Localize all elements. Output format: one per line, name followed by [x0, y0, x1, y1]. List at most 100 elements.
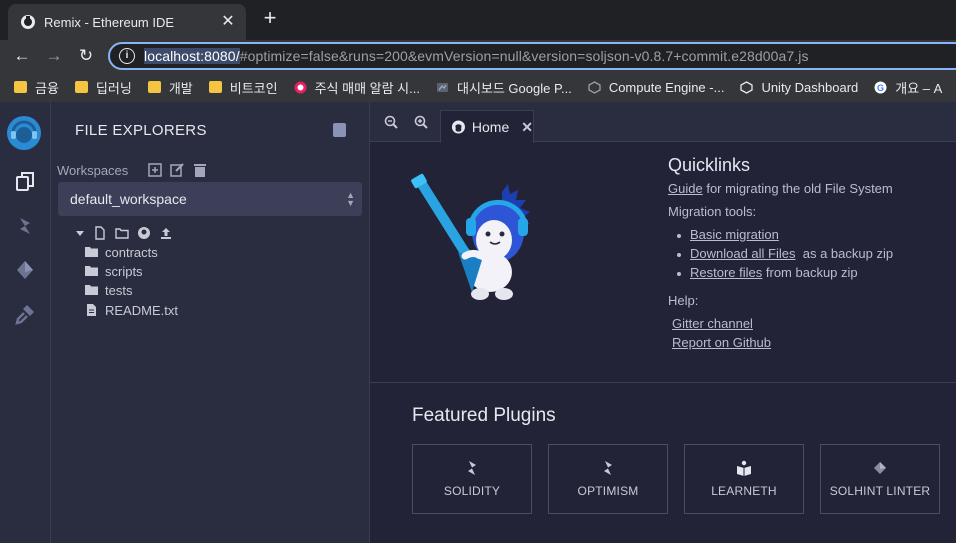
- plugin-card-solidity[interactable]: SOLIDITY: [412, 444, 532, 514]
- help-label: Help:: [668, 293, 699, 308]
- plugin-card-optimism[interactable]: OPTIMISM: [548, 444, 668, 514]
- create-workspace-icon[interactable]: [147, 162, 163, 178]
- restore-files-link[interactable]: Restore files: [690, 265, 762, 280]
- restore-line: Restore files from backup zip: [690, 265, 858, 280]
- guide-link[interactable]: Guide: [668, 181, 703, 196]
- tree-item-readme[interactable]: README.txt: [85, 301, 178, 319]
- svg-text:G: G: [877, 83, 884, 93]
- bookmark-item[interactable]: G 개요 – A: [874, 78, 942, 97]
- guide-line: Guide for migrating the old File System: [668, 181, 893, 196]
- gitter-channel-link[interactable]: Gitter channel: [672, 316, 753, 331]
- folder-icon: [85, 266, 98, 276]
- new-folder-icon[interactable]: [115, 226, 129, 240]
- remix-ide: FILE EXPLORERS Workspaces default_worksp…: [0, 102, 956, 543]
- download-all-files-link[interactable]: Download all Files: [690, 246, 796, 261]
- bookmark-item[interactable]: Compute Engine -...: [588, 80, 724, 95]
- tab-home[interactable]: Home ✕: [440, 110, 534, 143]
- plugin-manager-icon[interactable]: [13, 302, 37, 326]
- url-text[interactable]: localhost:8080/#optimize=false&runs=200&…: [144, 48, 809, 64]
- list-bullet: [677, 234, 681, 238]
- back-arrow-icon[interactable]: ←: [10, 44, 34, 68]
- file-explorers-icon[interactable]: [13, 170, 37, 194]
- zoom-out-icon[interactable]: [384, 115, 398, 129]
- tree-item-contracts[interactable]: contracts: [85, 243, 158, 261]
- bookmark-item[interactable]: 대시보드 Google P...: [436, 78, 572, 97]
- deploy-run-icon[interactable]: [13, 258, 37, 282]
- close-home-tab-icon[interactable]: ✕: [521, 119, 533, 136]
- folder-icon: [74, 81, 88, 93]
- list-bullet: [677, 272, 681, 276]
- unity-icon: [740, 80, 754, 94]
- featured-plugins-title: Featured Plugins: [412, 405, 556, 426]
- folder-icon: [85, 247, 98, 257]
- select-arrows-icon: ▲ ▼: [346, 190, 355, 208]
- collapse-caret-icon[interactable]: [75, 226, 85, 240]
- browser-tab-title: Remix - Ethereum IDE: [44, 14, 175, 30]
- tree-item-tests[interactable]: tests: [85, 281, 132, 299]
- bookmark-item[interactable]: 금융: [14, 78, 59, 97]
- plugin-card-learneth[interactable]: LEARNETH: [684, 444, 804, 514]
- folder-icon: [14, 81, 27, 93]
- bookmark-item[interactable]: Unity Dashboard: [740, 80, 858, 95]
- file-tree-toolbar: [75, 225, 181, 241]
- bookmark-item[interactable]: 주식 매매 알람 시...: [294, 78, 420, 97]
- plugin-card-solhint[interactable]: SOLHINT LINTER: [820, 444, 940, 514]
- bookmark-item[interactable]: 딥러닝: [74, 78, 132, 97]
- remix-home-icon: [451, 120, 465, 134]
- address-bar[interactable]: i localhost:8080/#optimize=false&runs=20…: [108, 42, 956, 70]
- browser-tab-strip: Remix - Ethereum IDE ✕ +: [0, 0, 956, 40]
- forward-arrow-icon[interactable]: →: [42, 44, 66, 68]
- home-tab-label: Home: [471, 119, 510, 135]
- icon-panel: [0, 102, 51, 543]
- remix-logo-icon[interactable]: [5, 114, 43, 152]
- panel-title: FILE EXPLORERS: [75, 122, 207, 139]
- rename-workspace-icon[interactable]: [169, 162, 185, 178]
- download-line: Download all Files as a backup zip: [690, 246, 894, 261]
- new-tab-icon[interactable]: +: [260, 7, 280, 29]
- google-icon: G: [874, 81, 887, 93]
- solidity-icon: [468, 461, 476, 475]
- compute-icon: [588, 80, 601, 94]
- report-on-github-link[interactable]: Report on Github: [672, 335, 771, 350]
- editor-tab-bar: Home ✕: [370, 102, 956, 143]
- browser-tab[interactable]: Remix - Ethereum IDE ✕: [8, 4, 246, 40]
- main-panel: Home ✕ Quicklinks Guide for migrating th…: [370, 102, 956, 543]
- folder-icon: [85, 285, 98, 295]
- reload-icon[interactable]: ↻: [74, 44, 98, 68]
- quicklinks-title: Quicklinks: [668, 155, 751, 175]
- file-explorer-panel: FILE EXPLORERS Workspaces default_worksp…: [51, 102, 370, 543]
- file-icon: [87, 304, 96, 316]
- solidity-compiler-icon[interactable]: [13, 214, 37, 238]
- section-divider: [370, 382, 956, 383]
- delete-workspace-icon[interactable]: [192, 162, 208, 178]
- documentation-icon[interactable]: [333, 123, 346, 137]
- basic-migration-link[interactable]: Basic migration: [690, 227, 779, 242]
- solhint-icon: [874, 462, 886, 474]
- zoom-in-icon[interactable]: [414, 115, 428, 129]
- list-bullet: [677, 253, 681, 257]
- site-info-icon[interactable]: i: [119, 48, 135, 64]
- bookmark-item[interactable]: 개발: [147, 78, 193, 97]
- close-tab-icon[interactable]: ✕: [220, 14, 236, 30]
- book-icon: [737, 460, 751, 476]
- migration-tools-label: Migration tools:: [668, 204, 757, 219]
- alarm-icon: [294, 81, 307, 93]
- url-host: localhost:8080/: [144, 48, 240, 64]
- gcp-icon: [436, 82, 448, 92]
- remix-favicon-icon: [21, 15, 35, 29]
- optimism-icon: [604, 461, 612, 475]
- folder-icon: [147, 81, 161, 93]
- workspace-selected-value: default_workspace: [70, 191, 187, 207]
- new-file-icon[interactable]: [93, 226, 107, 240]
- bookmark-item[interactable]: 비트코인: [208, 78, 278, 97]
- github-icon[interactable]: [137, 226, 151, 240]
- url-fragment: #optimize=false&runs=200&evmVersion=null…: [239, 48, 809, 64]
- folder-icon: [208, 81, 222, 93]
- browser-toolbar: ← → ↻ i localhost:8080/#optimize=false&r…: [0, 40, 956, 72]
- tree-item-scripts[interactable]: scripts: [85, 262, 143, 280]
- upload-icon[interactable]: [159, 226, 173, 240]
- remix-mascot-illustration: [411, 173, 530, 300]
- bookmarks-bar: 금융 딥러닝 개발 비트코인 주식 매매 알람 시... 대시보드 Google…: [0, 72, 956, 102]
- workspaces-label: Workspaces: [57, 163, 129, 178]
- workspace-select[interactable]: default_workspace ▲ ▼: [58, 182, 362, 216]
